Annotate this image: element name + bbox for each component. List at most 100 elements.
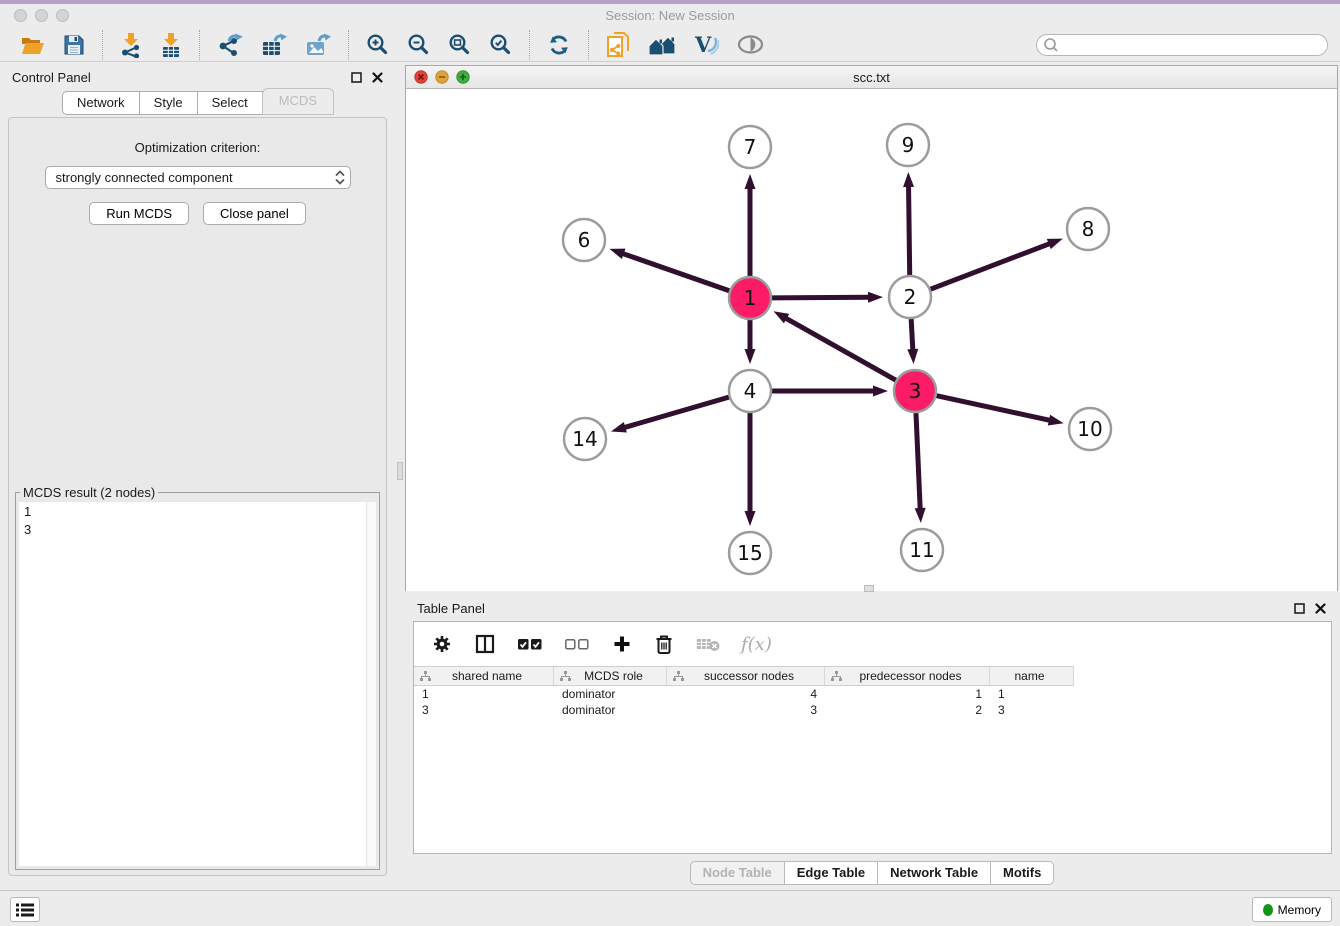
column-header-MCDS-role[interactable]: MCDS role <box>554 667 667 685</box>
zoom-in-button[interactable] <box>364 31 391 58</box>
unselect-all-columns-button[interactable] <box>563 637 591 652</box>
float-panel-icon[interactable] <box>351 72 362 83</box>
close-panel-icon[interactable] <box>372 72 383 83</box>
zoom-out-icon <box>407 33 430 56</box>
cell-MCDS-role[interactable]: dominator <box>554 686 667 702</box>
checked-boxes-icon <box>518 639 542 650</box>
open-session-button[interactable] <box>19 32 47 58</box>
tab-edge-table[interactable]: Edge Table <box>784 861 878 885</box>
import-network-icon <box>120 32 142 58</box>
attribute-tree-icon <box>673 671 684 682</box>
cell-shared-name[interactable]: 1 <box>414 686 554 702</box>
import-table-button[interactable] <box>158 30 184 60</box>
create-column-button[interactable] <box>610 632 634 656</box>
edge-2-3[interactable] <box>911 319 913 351</box>
cell-successor-nodes[interactable]: 3 <box>667 702 825 718</box>
column-header-name[interactable]: name <box>990 667 1074 685</box>
edge-3-11[interactable] <box>916 413 920 510</box>
search-input[interactable] <box>1059 36 1327 54</box>
tab-network[interactable]: Network <box>62 91 140 115</box>
export-table-button[interactable] <box>259 31 289 59</box>
node-label-10: 10 <box>1077 417 1102 441</box>
node-label-3: 3 <box>909 379 922 403</box>
network-overview-button[interactable] <box>646 32 678 58</box>
run-mcds-button[interactable]: Run MCDS <box>89 202 189 225</box>
node-label-1: 1 <box>744 286 757 310</box>
memory-label: Memory <box>1278 903 1321 917</box>
tab-network-table[interactable]: Network Table <box>877 861 991 885</box>
zoom-fit-button[interactable] <box>446 31 473 58</box>
zoom-out-button[interactable] <box>405 31 432 58</box>
apply-layout-button[interactable] <box>545 31 573 59</box>
delete-table-button[interactable] <box>694 635 722 654</box>
table-settings-button[interactable] <box>430 632 454 656</box>
tab-select[interactable]: Select <box>197 91 263 115</box>
export-image-button[interactable] <box>303 31 333 59</box>
column-header-shared-name[interactable]: shared name <box>414 667 554 685</box>
export-network-button[interactable] <box>215 31 245 59</box>
edge-arrowhead <box>873 386 888 397</box>
search-field[interactable] <box>1036 34 1328 56</box>
network-from-file-button[interactable] <box>604 29 632 60</box>
main-toolbar: V <box>0 28 1340 62</box>
edge-2-8[interactable] <box>931 243 1051 289</box>
tab-mcds[interactable]: MCDS <box>262 88 334 115</box>
cell-successor-nodes[interactable]: 4 <box>667 686 825 702</box>
mcds-result-list[interactable]: 13 <box>19 502 366 866</box>
table-row[interactable]: 3dominator323 <box>414 702 1074 718</box>
edge-1-2[interactable] <box>772 297 870 298</box>
column-header-predecessor-nodes[interactable]: predecessor nodes <box>825 667 990 685</box>
network-window-titlebar[interactable]: scc.txt <box>406 66 1337 89</box>
cell-MCDS-role[interactable]: dominator <box>554 702 667 718</box>
tab-node-table[interactable]: Node Table <box>690 861 785 885</box>
edge-4-14[interactable] <box>623 397 728 428</box>
network-graph[interactable]: 7968124314101511 <box>406 90 1337 591</box>
float-table-panel-icon[interactable] <box>1294 603 1305 614</box>
plus-icon <box>612 634 632 654</box>
zoom-selected-button[interactable] <box>487 31 514 58</box>
toolbar-separator <box>588 30 589 60</box>
export-network-icon <box>217 33 243 57</box>
save-session-button[interactable] <box>61 32 87 58</box>
list-icon <box>16 903 34 917</box>
zoom-in-icon <box>366 33 389 56</box>
cell-predecessor-nodes[interactable]: 2 <box>825 702 990 718</box>
node-table-container: f(x) shared nameMCDS rolesuccessor nodes… <box>413 621 1332 854</box>
edge-2-9[interactable] <box>909 185 910 275</box>
tab-motifs[interactable]: Motifs <box>990 861 1054 885</box>
vizmapper-button[interactable]: V <box>692 31 721 59</box>
panel-divider-handle[interactable] <box>397 462 403 480</box>
cell-predecessor-nodes[interactable]: 1 <box>825 686 990 702</box>
edge-3-10[interactable] <box>936 396 1050 421</box>
svg-text:V: V <box>694 33 712 57</box>
table-row[interactable]: 1dominator411 <box>414 686 1074 702</box>
zoom-fit-icon <box>448 33 471 56</box>
result-scrollbar[interactable] <box>366 502 376 866</box>
attribute-tree-icon <box>560 671 571 682</box>
mcds-result-box: MCDS result (2 nodes) 13 <box>15 492 380 870</box>
criterion-dropdown[interactable]: strongly connected component <box>45 166 351 189</box>
view-resize-handle[interactable] <box>864 585 874 592</box>
node-label-8: 8 <box>1082 217 1095 241</box>
task-history-button[interactable] <box>10 897 40 922</box>
cell-shared-name[interactable]: 3 <box>414 702 554 718</box>
column-header-successor-nodes[interactable]: successor nodes <box>667 667 825 685</box>
edge-1-6[interactable] <box>622 253 729 291</box>
show-columns-button[interactable] <box>473 632 497 656</box>
cell-name[interactable]: 1 <box>990 686 1074 702</box>
edge-3-1[interactable] <box>785 318 896 381</box>
control-panel: Control Panel NetworkStyleSelectMCDS Opt… <box>0 63 397 890</box>
close-table-panel-icon[interactable] <box>1315 603 1326 614</box>
table-toolbar: f(x) <box>414 622 1331 666</box>
tab-style[interactable]: Style <box>139 91 198 115</box>
close-panel-button[interactable]: Close panel <box>203 202 306 225</box>
columns-icon <box>475 634 495 654</box>
select-all-columns-button[interactable] <box>516 637 544 652</box>
cell-name[interactable]: 3 <box>990 702 1074 718</box>
delete-column-button[interactable] <box>653 632 675 657</box>
import-network-button[interactable] <box>118 30 144 60</box>
network-view-window: scc.txt 7968124314101511 <box>405 65 1338 591</box>
function-builder-button[interactable]: f(x) <box>741 634 772 655</box>
graphics-details-button[interactable] <box>735 33 766 56</box>
memory-button[interactable]: Memory <box>1252 897 1332 922</box>
